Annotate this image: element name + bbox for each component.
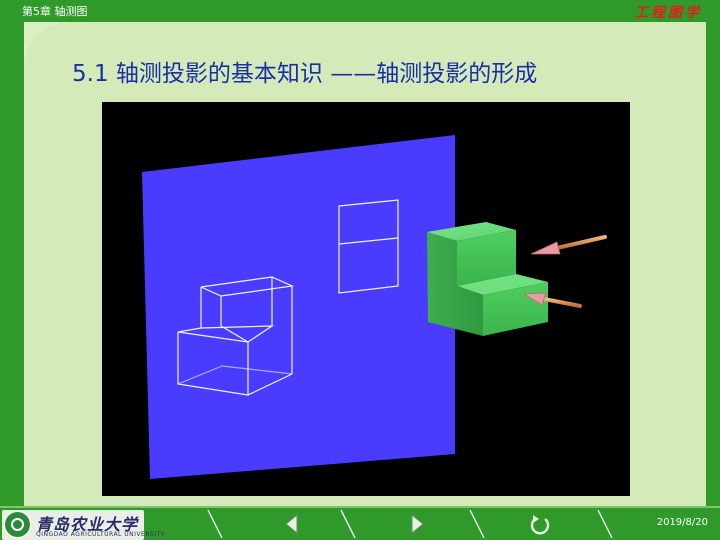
right-frame xyxy=(706,22,720,506)
slide-title: 5.1 轴测投影的基本知识 ——轴测投影的形成 xyxy=(72,61,538,87)
left-frame xyxy=(0,22,24,506)
course-brand: 工程图学 xyxy=(634,5,702,21)
projection-arrow-upper xyxy=(530,235,607,255)
return-button[interactable] xyxy=(527,512,553,536)
next-slide-button[interactable] xyxy=(404,512,430,536)
slide-date: 2019/8/20 xyxy=(656,517,708,528)
circular-arrow-icon xyxy=(530,515,550,535)
header-bar: 第5章 轴测图 工程图学 xyxy=(0,0,720,22)
chapter-label: 第5章 轴测图 xyxy=(22,5,88,18)
footer-dividers xyxy=(207,509,613,539)
projection-plane xyxy=(142,135,455,479)
footer-bar: 青岛农业大学 QINGDAO AGRICULTURAL UNIVERSITY 2… xyxy=(0,506,720,540)
previous-slide-button[interactable] xyxy=(280,512,306,536)
projection-illustration xyxy=(142,135,607,479)
green-block xyxy=(427,222,548,336)
triangle-left-icon xyxy=(285,513,298,535)
triangle-right-icon xyxy=(411,513,424,535)
projection-scene xyxy=(102,102,630,496)
